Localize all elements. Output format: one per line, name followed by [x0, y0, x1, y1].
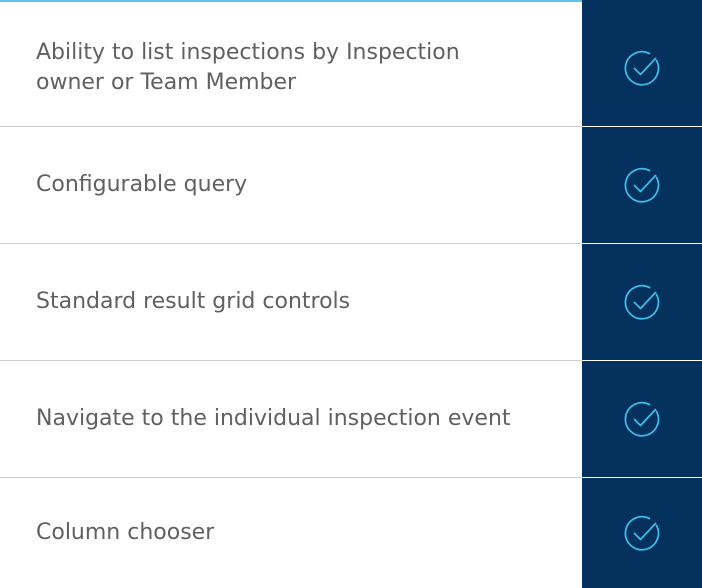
feature-row: Ability to list inspections by Inspectio…: [0, 10, 702, 127]
feature-label: Standard result grid controls: [0, 244, 582, 361]
check-circle-icon: [624, 50, 660, 86]
feature-check-cell: [582, 244, 702, 361]
check-circle-icon: [624, 284, 660, 320]
feature-label: Navigate to the individual inspection ev…: [0, 361, 582, 478]
top-rule-accent: [0, 0, 582, 2]
check-circle-icon: [624, 515, 660, 551]
feature-row: Column chooser: [0, 478, 702, 588]
feature-row: Configurable query: [0, 127, 702, 244]
feature-check-cell: [582, 10, 702, 127]
feature-check-cell: [582, 127, 702, 244]
feature-check-cell: [582, 478, 702, 588]
check-circle-icon: [624, 167, 660, 203]
feature-row: Standard result grid controls: [0, 244, 702, 361]
feature-label: Column chooser: [36, 520, 215, 545]
feature-row: Navigate to the individual inspection ev…: [0, 361, 702, 478]
feature-label: Configurable query: [0, 127, 582, 244]
feature-check-cell: [582, 361, 702, 478]
check-circle-icon: [624, 401, 660, 437]
top-rule-column-cap: [582, 0, 702, 10]
feature-label: Ability to list inspections by Inspectio…: [0, 10, 582, 127]
top-rule: [0, 0, 702, 10]
feature-list: Ability to list inspections by Inspectio…: [0, 10, 702, 588]
